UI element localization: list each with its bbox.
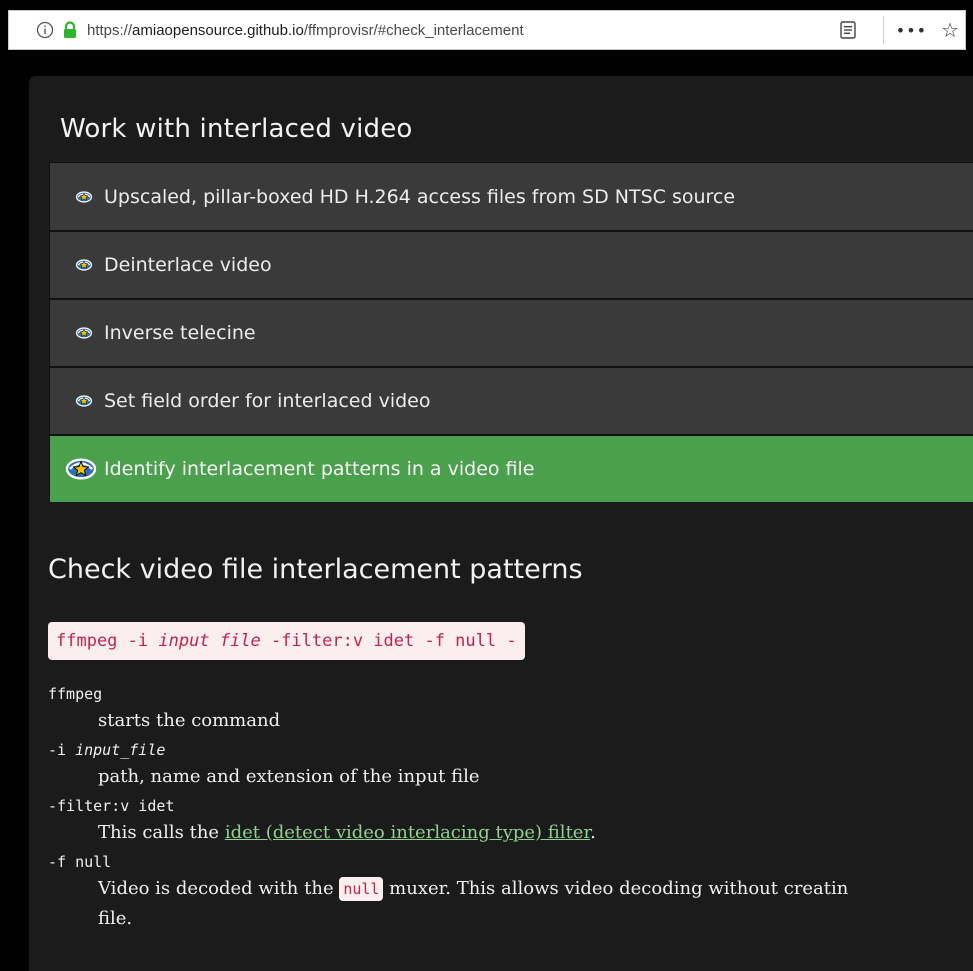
recipe-item-upscaled[interactable]: Upscaled, pillar-boxed HD H.264 access f… — [49, 162, 973, 230]
url-text[interactable]: https://amiaopensource.github.io/ffmprov… — [87, 22, 524, 39]
desc-suffix: muxer. This allows video decoding withou… — [383, 878, 849, 899]
desc-prefix: Video is decoded with the — [98, 878, 340, 899]
recipe-heading: Check video file interlacement patterns — [48, 554, 583, 585]
command-part: -filter:v idet -f null - — [260, 631, 517, 651]
bookmark-star-icon[interactable]: ☆ — [941, 20, 959, 40]
recipe-item-field-order[interactable]: Set field order for interlaced video — [49, 366, 973, 434]
recipe-item-identify-interlacement[interactable]: Identify interlacement patterns in a vid… — [49, 434, 973, 502]
page-content: Work with interlaced video Upscaled, pil… — [29, 76, 973, 971]
url-host: amiaopensource.github.io — [132, 21, 304, 39]
term-format-null: -f null — [48, 853, 112, 871]
idet-filter-link[interactable]: idet (detect video interlacing type) fil… — [225, 822, 590, 843]
term-ffmpeg: ffmpeg — [48, 685, 103, 703]
recipe-item-deinterlace[interactable]: Deinterlace video — [49, 230, 973, 298]
recipe-icon — [74, 255, 94, 275]
command-part: ffmpeg -i — [56, 631, 159, 651]
info-icon[interactable] — [35, 20, 55, 40]
more-actions-icon[interactable]: ••• — [896, 21, 927, 40]
recipe-label: Identify interlacement patterns in a vid… — [104, 458, 535, 480]
term-prefix: -i — [48, 741, 76, 759]
command-code-block: ffmpeg -i input file -filter:v idet -f n… — [48, 622, 525, 660]
term-description: starts the command — [98, 710, 281, 731]
recipe-label: Deinterlace video — [104, 254, 272, 276]
term-description: This calls the idet (detect video interl… — [48, 818, 973, 848]
recipe-list: Upscaled, pillar-boxed HD H.264 access f… — [49, 162, 973, 502]
url-prefix: https:// — [87, 21, 133, 39]
recipe-icon — [74, 187, 94, 207]
command-explanation-list: ffmpeg starts the command -i input_file … — [48, 682, 973, 936]
command-placeholder: input file — [158, 631, 261, 651]
desc-line2: file. — [98, 908, 133, 929]
browser-chrome: https://amiaopensource.github.io/ffmprov… — [0, 0, 973, 68]
recipe-icon — [74, 323, 94, 343]
recipe-icon — [74, 391, 94, 411]
address-bar[interactable]: https://amiaopensource.github.io/ffmprov… — [8, 10, 966, 50]
reader-view-icon[interactable] — [837, 19, 859, 41]
recipe-label: Inverse telecine — [104, 322, 256, 344]
term-italic: input_file — [75, 741, 166, 759]
section-title: Work with interlaced video — [60, 114, 413, 144]
recipe-label: Set field order for interlaced video — [104, 390, 431, 412]
recipe-item-inverse-telecine[interactable]: Inverse telecine — [49, 298, 973, 366]
term-description: Video is decoded with the null muxer. Th… — [48, 874, 973, 934]
recipe-label: Upscaled, pillar-boxed HD H.264 access f… — [104, 185, 736, 208]
term-input: -i input_file — [48, 738, 973, 762]
term-filter: -filter:v idet — [48, 797, 175, 815]
term-description: path, name and extension of the input fi… — [98, 766, 480, 787]
lock-icon[interactable] — [61, 20, 79, 40]
url-path: /ffmprovisr/#check_interlacement — [303, 21, 524, 39]
toolbar-separator — [882, 16, 884, 44]
desc-suffix: . — [590, 822, 596, 843]
recipe-icon — [64, 454, 98, 484]
null-inline-code: null — [339, 877, 384, 901]
desc-prefix: This calls the — [98, 822, 225, 843]
